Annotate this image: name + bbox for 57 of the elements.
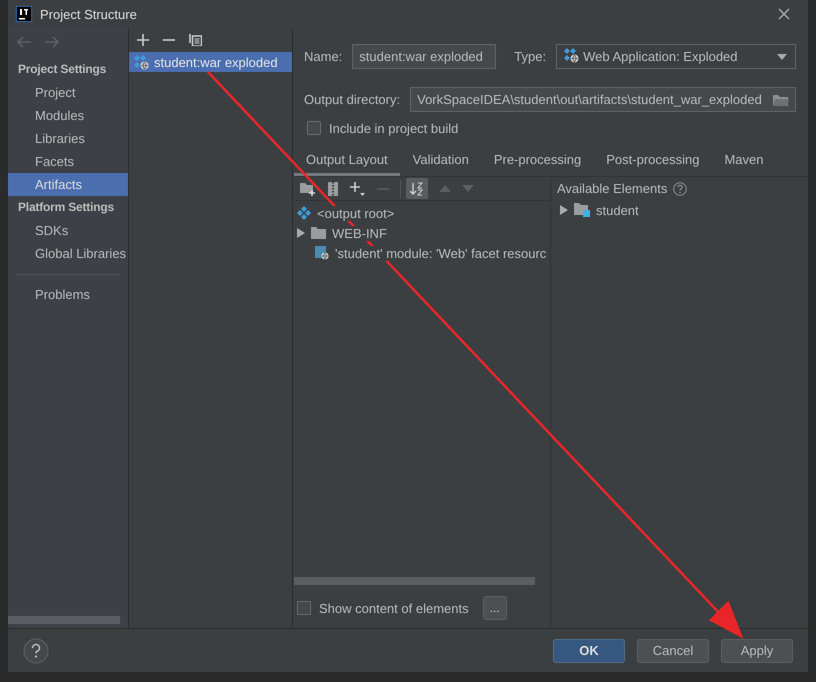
diamond-icon — [297, 206, 311, 220]
folder-icon[interactable] — [773, 94, 789, 106]
sidebar-item[interactable]: Project — [8, 81, 128, 104]
sidebar-item[interactable]: Facets — [8, 150, 128, 173]
sidebar-item[interactable]: Global Libraries — [8, 242, 128, 265]
sidebar-item[interactable]: Problems — [8, 283, 128, 306]
close-icon[interactable] — [778, 8, 790, 20]
expand-arrow-icon[interactable] — [560, 205, 568, 215]
checkbox[interactable] — [307, 121, 321, 135]
section-header: Project Settings — [17, 61, 108, 78]
tree-item[interactable]: WEB-INF — [332, 226, 387, 240]
name-label: Name: — [304, 49, 342, 64]
sidebar-item[interactable]: Modules — [8, 104, 128, 127]
sidebar-item[interactable]: Libraries — [8, 127, 128, 150]
folder-icon — [311, 227, 326, 239]
available-elements-label: Available Elements — [557, 181, 668, 196]
scrollbar-thumb[interactable] — [294, 577, 535, 585]
checkbox-label: Show content of elements — [319, 600, 469, 616]
app-logo-icon — [16, 6, 32, 22]
web-artifact-icon — [563, 47, 580, 63]
help-button[interactable] — [23, 638, 49, 664]
checkbox-label: Include in project build — [329, 120, 458, 136]
web-facet-icon — [315, 246, 329, 260]
dialog-button[interactable]: Apply — [721, 638, 793, 662]
tab[interactable]: Pre-processing — [482, 145, 594, 176]
module-folder-icon — [574, 203, 590, 217]
help-icon[interactable] — [673, 182, 688, 196]
ok-button[interactable]: OK — [553, 638, 625, 662]
tab[interactable]: Validation — [400, 145, 481, 176]
dialog-button[interactable]: Cancel — [637, 638, 709, 662]
add-icon[interactable] — [137, 34, 149, 46]
copy-icon[interactable] — [189, 33, 202, 46]
add-dropdown-icon[interactable] — [350, 181, 366, 196]
output-directory-field[interactable]: VorkSpaceIDEA\student\out\artifacts\student_war_exploded — [410, 87, 796, 112]
tree-item[interactable]: 'student' module: 'Web' facet resourc — [335, 246, 546, 260]
sort-icon[interactable] — [406, 178, 428, 199]
artifact-item[interactable]: student:war exploded — [129, 52, 292, 72]
tab[interactable]: Maven — [712, 145, 776, 176]
type-label: Type: — [514, 49, 546, 64]
tree-item[interactable]: student — [596, 202, 639, 218]
sidebar-item[interactable]: Artifacts — [8, 173, 128, 196]
output-directory-label: Output directory: — [304, 92, 400, 107]
more-button[interactable]: ... — [482, 596, 507, 620]
tree-item[interactable]: <output root> — [317, 206, 394, 220]
new-folder-icon[interactable] — [300, 182, 316, 196]
expand-arrow-icon[interactable] — [297, 228, 305, 238]
name-field[interactable]: student:war exploded — [352, 44, 496, 69]
window-title: Project Structure — [40, 6, 138, 22]
section-header: Platform Settings — [17, 199, 115, 216]
web-artifact-icon — [133, 54, 149, 70]
tab[interactable]: Post-processing — [594, 145, 712, 176]
archive-icon[interactable] — [327, 182, 339, 196]
caret-icon[interactable] — [777, 54, 787, 60]
sidebar-item[interactable]: SDKs — [8, 219, 128, 242]
checkbox[interactable] — [297, 601, 311, 615]
type-dropdown[interactable]: Web Application: Exploded — [556, 44, 796, 69]
scrollbar-thumb[interactable] — [8, 616, 120, 624]
